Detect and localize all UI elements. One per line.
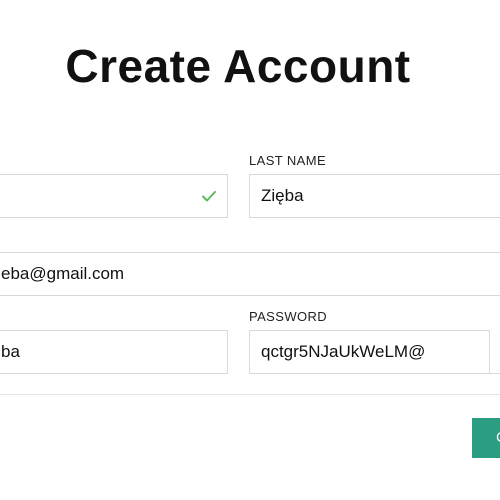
check-icon [202,191,216,202]
create-account-button[interactable]: C [472,418,500,458]
last-name-label: LAST NAME [249,153,327,168]
first-name-input[interactable] [0,174,228,218]
create-account-page: Create Account LAST NAME Zięba eba@gmail… [0,0,500,500]
page-title: Create Account [65,40,411,92]
username-value: ba [1,342,20,361]
password-input[interactable]: qctgr5NJaUkWeLM@ [249,330,500,374]
password-visibility-toggle[interactable] [489,330,500,373]
password-value: qctgr5NJaUkWeLM@ [261,342,426,361]
form-divider [0,394,500,395]
email-input[interactable]: eba@gmail.com [0,252,500,296]
password-label: PASSWORD [249,309,328,324]
username-input[interactable]: ba [0,330,228,374]
last-name-input[interactable]: Zięba [249,174,500,218]
last-name-value: Zięba [261,186,304,205]
email-value: eba@gmail.com [1,264,125,283]
create-account-button-label: C [496,429,500,446]
